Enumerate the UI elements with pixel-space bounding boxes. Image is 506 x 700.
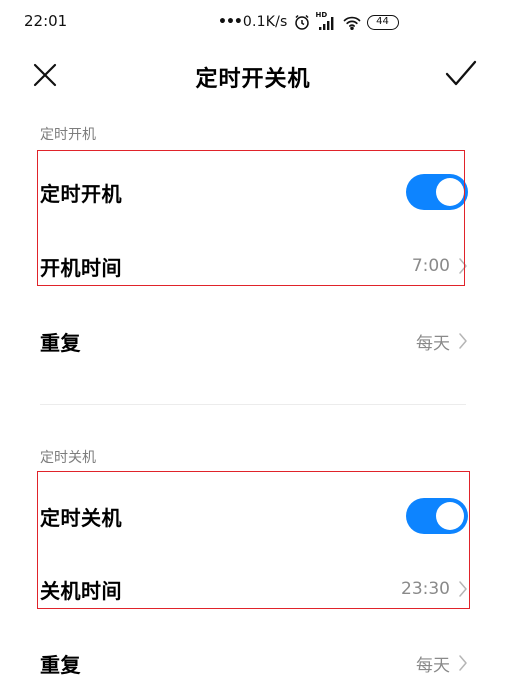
- chevron-right-icon: [458, 654, 468, 672]
- status-time: 22:01: [24, 12, 68, 30]
- power-on-time-value: 7:00: [411, 256, 450, 276]
- power-off-time-label: 关机时间: [40, 578, 122, 603]
- signal-icon: HD: [316, 11, 338, 31]
- check-icon: [445, 60, 477, 86]
- wifi-icon: [343, 13, 361, 31]
- alarm-icon: [293, 13, 311, 31]
- power-on-repeat-value-wrap: 每天: [416, 329, 468, 354]
- status-bar: 22:01 •••0.1K/s HD 44: [0, 0, 506, 44]
- network-speed: •••0.1K/s: [218, 14, 288, 30]
- section-header-power-on: 定时开机: [40, 127, 96, 143]
- page-title: 定时开关机: [195, 67, 311, 92]
- toggle-knob: [436, 502, 464, 530]
- chevron-right-icon: [458, 580, 468, 598]
- power-on-toggle[interactable]: [406, 174, 468, 210]
- power-off-repeat-value: 每天: [416, 655, 450, 676]
- confirm-button[interactable]: [445, 60, 477, 88]
- power-off-time-row[interactable]: 关机时间 23:30: [40, 564, 468, 614]
- power-off-toggle-label: 定时关机: [40, 505, 122, 530]
- status-dots: •••: [218, 14, 243, 30]
- power-on-repeat-label: 重复: [40, 330, 81, 355]
- power-off-repeat-row[interactable]: 重复 每天: [40, 638, 468, 688]
- chevron-right-icon: [458, 257, 468, 275]
- power-on-toggle-row[interactable]: 定时开机: [40, 167, 468, 217]
- power-on-time-value-wrap: 7:00: [412, 256, 468, 276]
- network-speed-value: 0.1K/s: [242, 14, 288, 30]
- power-off-toggle-row[interactable]: 定时关机: [40, 491, 468, 541]
- power-off-time-value: 23:30: [401, 579, 450, 599]
- power-on-toggle-label: 定时开机: [40, 181, 122, 206]
- section-divider: [40, 404, 466, 405]
- battery-level: 44: [376, 16, 389, 27]
- power-on-repeat-row[interactable]: 重复 每天: [40, 316, 468, 366]
- title-bar: 定时开关机: [0, 44, 506, 106]
- section-header-power-off: 定时关机: [40, 450, 96, 466]
- toggle-knob: [436, 178, 464, 206]
- power-off-time-value-wrap: 23:30: [401, 579, 468, 599]
- battery-icon: 44: [366, 14, 399, 30]
- power-on-time-label: 开机时间: [40, 255, 122, 280]
- power-off-repeat-label: 重复: [40, 652, 81, 677]
- screen: 22:01 •••0.1K/s HD 44 定时开关机 定时开机 定时开机 开机…: [0, 0, 506, 700]
- power-on-time-row[interactable]: 开机时间 7:00: [40, 241, 468, 291]
- power-on-repeat-value: 每天: [416, 333, 450, 354]
- status-icons: •••0.1K/s HD 44: [218, 11, 399, 33]
- power-off-toggle[interactable]: [406, 498, 468, 534]
- power-off-repeat-value-wrap: 每天: [416, 651, 468, 676]
- chevron-right-icon: [458, 332, 468, 350]
